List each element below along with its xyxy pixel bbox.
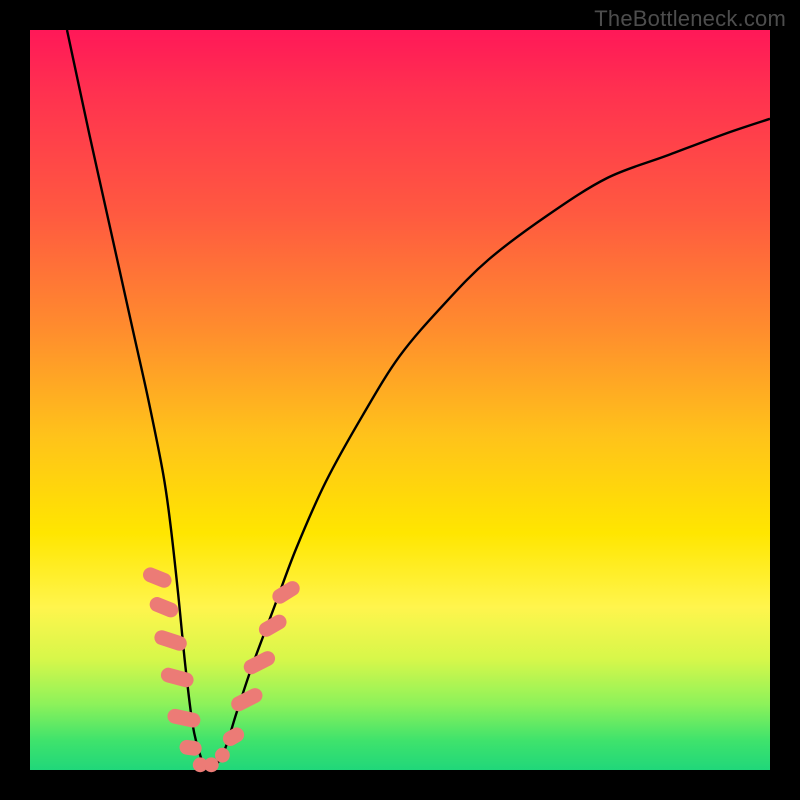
marker-point [229, 686, 265, 714]
marker-point [166, 708, 202, 729]
marker-point [256, 612, 289, 640]
plot-area [30, 30, 770, 770]
marker-point [220, 725, 247, 749]
curve-path [67, 30, 770, 770]
chart-frame: TheBottleneck.com [0, 0, 800, 800]
marker-point [241, 649, 277, 677]
marker-point [159, 666, 195, 689]
chart-svg [30, 30, 770, 770]
marker-point [141, 565, 174, 590]
marker-point [152, 628, 188, 652]
marker-point [215, 748, 230, 763]
watermark-text: TheBottleneck.com [594, 6, 786, 32]
marker-point [147, 595, 180, 620]
markers-group [141, 565, 303, 772]
marker-point [270, 578, 303, 606]
